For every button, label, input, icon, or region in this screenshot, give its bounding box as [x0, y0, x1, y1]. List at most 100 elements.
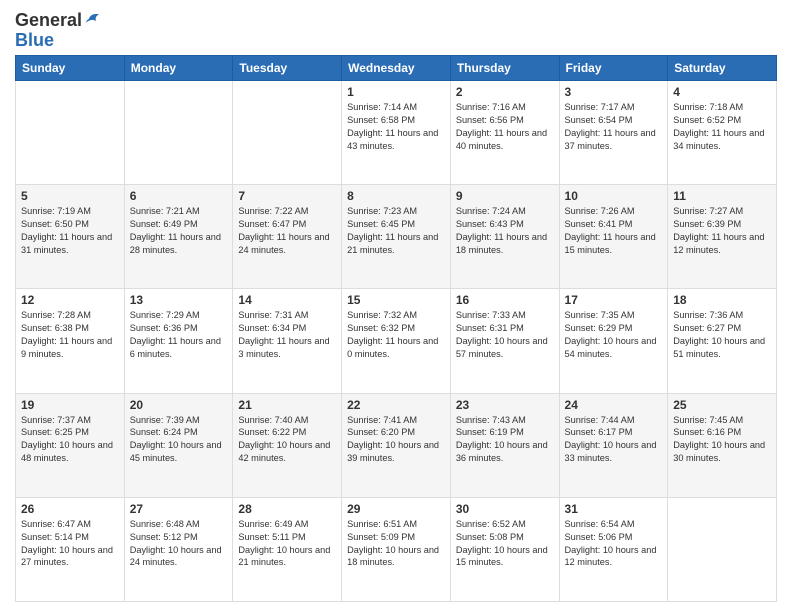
calendar-cell: 3Sunrise: 7:17 AM Sunset: 6:54 PM Daylig…: [559, 81, 668, 185]
calendar-cell: 8Sunrise: 7:23 AM Sunset: 6:45 PM Daylig…: [342, 185, 451, 289]
calendar-cell: 24 Sunrise: 7:44 AM Sunset: 6:17 PM Dayli…: [559, 393, 668, 497]
calendar-cell: 6Sunrise: 7:21 AM Sunset: 6:49 PM Daylig…: [124, 185, 233, 289]
calendar-cell: [16, 81, 125, 185]
day-number: 13: [130, 293, 228, 307]
calendar-cell: 31 Sunrise: 6:54 AM Sunset: 5:06 PM Dayli…: [559, 497, 668, 601]
day-number: 3: [565, 85, 663, 99]
day-info: Sunrise: 6:49 AM Sunset: 5:11 PM Dayligh…: [238, 518, 336, 570]
day-number: 6: [130, 189, 228, 203]
day-info: Sunrise: 7:39 AM Sunset: 6:24 PM Dayligh…: [130, 414, 228, 466]
day-number: 30: [456, 502, 554, 516]
calendar-week-4: 19 Sunrise: 7:37 AM Sunset: 6:25 PM Dayli…: [16, 393, 777, 497]
day-info: Sunrise: 6:54 AM Sunset: 5:06 PM Dayligh…: [565, 518, 663, 570]
calendar-header-row: SundayMondayTuesdayWednesdayThursdayFrid…: [16, 56, 777, 81]
column-header-wednesday: Wednesday: [342, 56, 451, 81]
calendar-cell: 28Sunrise: 6:49 AM Sunset: 5:11 PM Dayli…: [233, 497, 342, 601]
day-number: 12: [21, 293, 119, 307]
calendar-cell: 15 Sunrise: 7:32 AM Sunset: 6:32 PM Dayli…: [342, 289, 451, 393]
day-number: 1: [347, 85, 445, 99]
calendar-cell: [668, 497, 777, 601]
day-number: 7: [238, 189, 336, 203]
day-info: Sunrise: 7:24 AM Sunset: 6:43 PM Dayligh…: [456, 205, 554, 257]
column-header-saturday: Saturday: [668, 56, 777, 81]
day-info: Sunrise: 7:19 AM Sunset: 6:50 PM Dayligh…: [21, 205, 119, 257]
day-number: 23: [456, 398, 554, 412]
day-info: Sunrise: 7:37 AM Sunset: 6:25 PM Dayligh…: [21, 414, 119, 466]
day-info: Sunrise: 7:32 AM Sunset: 6:32 PM Dayligh…: [347, 309, 445, 361]
day-info: Sunrise: 6:51 AM Sunset: 5:09 PM Dayligh…: [347, 518, 445, 570]
calendar-week-2: 5Sunrise: 7:19 AM Sunset: 6:50 PM Daylig…: [16, 185, 777, 289]
day-number: 4: [673, 85, 771, 99]
logo-bird-icon: [83, 11, 105, 27]
day-info: Sunrise: 7:31 AM Sunset: 6:34 PM Dayligh…: [238, 309, 336, 361]
day-number: 9: [456, 189, 554, 203]
header: General Blue: [15, 10, 777, 49]
calendar-cell: 25 Sunrise: 7:45 AM Sunset: 6:16 PM Dayli…: [668, 393, 777, 497]
calendar: SundayMondayTuesdayWednesdayThursdayFrid…: [15, 55, 777, 602]
day-number: 25: [673, 398, 771, 412]
day-number: 22: [347, 398, 445, 412]
day-number: 17: [565, 293, 663, 307]
day-number: 14: [238, 293, 336, 307]
day-number: 10: [565, 189, 663, 203]
day-number: 20: [130, 398, 228, 412]
day-number: 19: [21, 398, 119, 412]
calendar-cell: 19 Sunrise: 7:37 AM Sunset: 6:25 PM Dayli…: [16, 393, 125, 497]
day-info: Sunrise: 7:29 AM Sunset: 6:36 PM Dayligh…: [130, 309, 228, 361]
calendar-cell: 14 Sunrise: 7:31 AM Sunset: 6:34 PM Dayli…: [233, 289, 342, 393]
column-header-thursday: Thursday: [450, 56, 559, 81]
day-number: 8: [347, 189, 445, 203]
day-info: Sunrise: 7:41 AM Sunset: 6:20 PM Dayligh…: [347, 414, 445, 466]
day-info: Sunrise: 7:36 AM Sunset: 6:27 PM Dayligh…: [673, 309, 771, 361]
calendar-cell: 12 Sunrise: 7:28 AM Sunset: 6:38 PM Dayli…: [16, 289, 125, 393]
day-number: 31: [565, 502, 663, 516]
day-number: 2: [456, 85, 554, 99]
day-number: 11: [673, 189, 771, 203]
day-info: Sunrise: 7:26 AM Sunset: 6:41 PM Dayligh…: [565, 205, 663, 257]
logo-blue: Blue: [15, 31, 54, 49]
calendar-cell: 17Sunrise: 7:35 AM Sunset: 6:29 PM Dayli…: [559, 289, 668, 393]
page: General Blue SundayMondayTuesdayWednesda…: [0, 0, 792, 612]
column-header-tuesday: Tuesday: [233, 56, 342, 81]
day-number: 24: [565, 398, 663, 412]
day-info: Sunrise: 7:27 AM Sunset: 6:39 PM Dayligh…: [673, 205, 771, 257]
calendar-cell: 29 Sunrise: 6:51 AM Sunset: 5:09 PM Dayli…: [342, 497, 451, 601]
calendar-cell: [124, 81, 233, 185]
logo-general: General: [15, 10, 82, 31]
calendar-cell: 10 Sunrise: 7:26 AM Sunset: 6:41 PM Dayli…: [559, 185, 668, 289]
calendar-cell: 26Sunrise: 6:47 AM Sunset: 5:14 PM Dayli…: [16, 497, 125, 601]
calendar-week-3: 12 Sunrise: 7:28 AM Sunset: 6:38 PM Dayli…: [16, 289, 777, 393]
calendar-cell: 22 Sunrise: 7:41 AM Sunset: 6:20 PM Dayli…: [342, 393, 451, 497]
day-info: Sunrise: 7:28 AM Sunset: 6:38 PM Dayligh…: [21, 309, 119, 361]
day-info: Sunrise: 7:45 AM Sunset: 6:16 PM Dayligh…: [673, 414, 771, 466]
day-number: 27: [130, 502, 228, 516]
day-info: Sunrise: 7:22 AM Sunset: 6:47 PM Dayligh…: [238, 205, 336, 257]
calendar-cell: 20 Sunrise: 7:39 AM Sunset: 6:24 PM Dayli…: [124, 393, 233, 497]
day-info: Sunrise: 7:18 AM Sunset: 6:52 PM Dayligh…: [673, 101, 771, 153]
day-info: Sunrise: 7:16 AM Sunset: 6:56 PM Dayligh…: [456, 101, 554, 153]
day-number: 26: [21, 502, 119, 516]
day-number: 21: [238, 398, 336, 412]
calendar-cell: 30Sunrise: 6:52 AM Sunset: 5:08 PM Dayli…: [450, 497, 559, 601]
calendar-cell: 18 Sunrise: 7:36 AM Sunset: 6:27 PM Dayli…: [668, 289, 777, 393]
day-info: Sunrise: 7:43 AM Sunset: 6:19 PM Dayligh…: [456, 414, 554, 466]
calendar-cell: 9 Sunrise: 7:24 AM Sunset: 6:43 PM Daylig…: [450, 185, 559, 289]
calendar-cell: 27 Sunrise: 6:48 AM Sunset: 5:12 PM Dayli…: [124, 497, 233, 601]
calendar-cell: 13 Sunrise: 7:29 AM Sunset: 6:36 PM Dayli…: [124, 289, 233, 393]
column-header-monday: Monday: [124, 56, 233, 81]
day-number: 18: [673, 293, 771, 307]
logo: General Blue: [15, 10, 105, 49]
column-header-friday: Friday: [559, 56, 668, 81]
calendar-cell: 16 Sunrise: 7:33 AM Sunset: 6:31 PM Dayli…: [450, 289, 559, 393]
calendar-cell: 21Sunrise: 7:40 AM Sunset: 6:22 PM Dayli…: [233, 393, 342, 497]
calendar-cell: 1Sunrise: 7:14 AM Sunset: 6:58 PM Daylig…: [342, 81, 451, 185]
day-number: 15: [347, 293, 445, 307]
day-info: Sunrise: 6:48 AM Sunset: 5:12 PM Dayligh…: [130, 518, 228, 570]
calendar-cell: 5Sunrise: 7:19 AM Sunset: 6:50 PM Daylig…: [16, 185, 125, 289]
day-info: Sunrise: 7:44 AM Sunset: 6:17 PM Dayligh…: [565, 414, 663, 466]
calendar-cell: 11 Sunrise: 7:27 AM Sunset: 6:39 PM Dayli…: [668, 185, 777, 289]
calendar-cell: [233, 81, 342, 185]
day-number: 29: [347, 502, 445, 516]
day-info: Sunrise: 7:33 AM Sunset: 6:31 PM Dayligh…: [456, 309, 554, 361]
day-number: 16: [456, 293, 554, 307]
